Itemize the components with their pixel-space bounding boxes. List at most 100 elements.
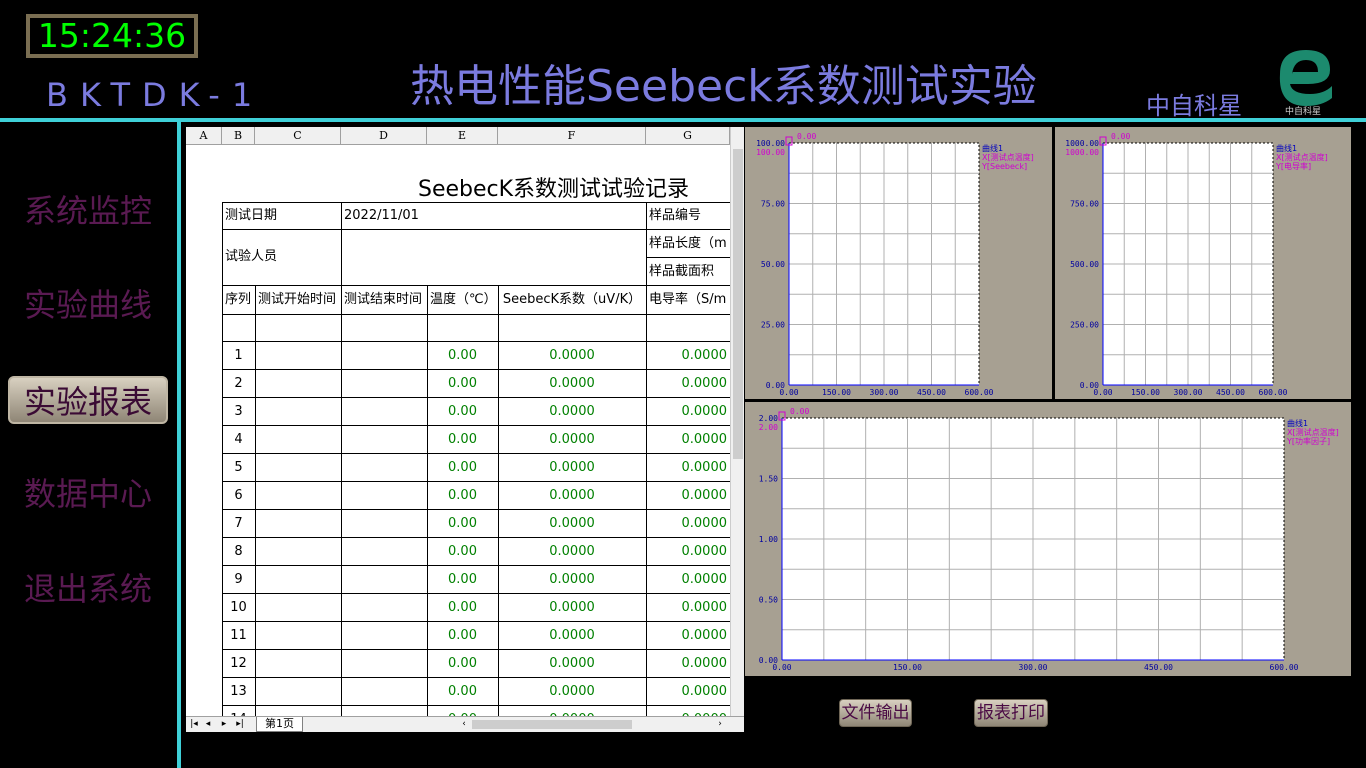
temperature-value[interactable]: 0.00: [430, 483, 495, 509]
next-sheet-icon[interactable]: ▸: [218, 718, 230, 731]
row-number[interactable]: 13: [225, 679, 252, 705]
temperature-value[interactable]: 0.00: [430, 399, 495, 425]
conductivity-value[interactable]: 0.0000: [649, 595, 728, 621]
report-spreadsheet[interactable]: ABCDEFG SeebecK系数测试试验记录 测试日期 2022/11/01 样品…: [186, 127, 744, 732]
temperature-value[interactable]: 0.00: [430, 595, 495, 621]
column-header[interactable]: D: [341, 127, 427, 145]
seebeck-value[interactable]: 0.0000: [501, 455, 643, 481]
table-header[interactable]: 序列: [225, 287, 252, 313]
seebeck-value[interactable]: 0.0000: [501, 371, 643, 397]
seebeck-value[interactable]: 0.0000: [501, 511, 643, 537]
sample-number-label[interactable]: 样品编号: [649, 203, 727, 229]
cursor-value-label: 0.00: [1111, 132, 1130, 141]
row-number[interactable]: 2: [225, 371, 252, 397]
sidebar-item-exit[interactable]: 退出系统: [8, 565, 168, 613]
grid-line: [222, 565, 730, 566]
vertical-scrollbar[interactable]: [730, 127, 744, 716]
row-number[interactable]: 7: [225, 511, 252, 537]
power-factor-chart[interactable]: 0.00 0.50 1.00 1.50 2.00 0.00 150.00 300.00 450.…: [745, 402, 1351, 676]
conductivity-value[interactable]: 0.0000: [649, 511, 728, 537]
table-header[interactable]: 测试结束时间: [344, 287, 424, 313]
date-value[interactable]: 2022/11/01: [344, 203, 643, 229]
conductivity-chart[interactable]: 0.00 250.00 500.00 750.00 1000.00 0.00 150.00 3…: [1055, 127, 1351, 399]
conductivity-value[interactable]: 0.0000: [649, 623, 728, 649]
sidebar-item-report[interactable]: 实验报表: [8, 376, 168, 424]
table-header[interactable]: 测试开始时间: [258, 287, 338, 313]
row-number[interactable]: 4: [225, 427, 252, 453]
seebeck-value[interactable]: 0.0000: [501, 427, 643, 453]
seebeck-value[interactable]: 0.0000: [501, 343, 643, 369]
column-header[interactable]: C: [255, 127, 341, 145]
conductivity-value[interactable]: 0.0000: [649, 371, 728, 397]
prev-sheet-icon[interactable]: ◂: [202, 718, 214, 731]
row-number[interactable]: 12: [225, 651, 252, 677]
conductivity-value[interactable]: 0.0000: [649, 651, 728, 677]
temperature-value[interactable]: 0.00: [430, 511, 495, 537]
sidebar-item-monitor[interactable]: 系统监控: [8, 187, 168, 235]
row-number[interactable]: 1: [225, 343, 252, 369]
temperature-value[interactable]: 0.00: [430, 455, 495, 481]
temperature-value[interactable]: 0.00: [430, 427, 495, 453]
chart-canvas: 0.00 250.00 500.00 750.00 1000.00 0.00 150.00 3…: [1065, 132, 1327, 397]
vertical-scroll-thumb[interactable]: [733, 149, 743, 459]
print-report-button[interactable]: 报表打印: [974, 699, 1048, 727]
grid-line: [222, 314, 730, 315]
temperature-value[interactable]: 0.00: [430, 539, 495, 565]
column-header[interactable]: E: [427, 127, 498, 145]
scroll-left-icon[interactable]: ‹: [458, 718, 470, 731]
temperature-value[interactable]: 0.00: [430, 623, 495, 649]
table-header[interactable]: 温度（℃）: [430, 287, 495, 313]
sheet-tab[interactable]: 第1页: [256, 717, 303, 732]
seebeck-value[interactable]: 0.0000: [501, 595, 643, 621]
seebeck-value[interactable]: 0.0000: [501, 679, 643, 705]
operator-label[interactable]: 试验人员: [225, 244, 338, 270]
conductivity-value[interactable]: 0.0000: [649, 343, 728, 369]
horizontal-scroll-thumb[interactable]: [472, 720, 632, 729]
row-number[interactable]: 10: [225, 595, 252, 621]
row-number[interactable]: 8: [225, 539, 252, 565]
conductivity-value[interactable]: 0.0000: [649, 679, 728, 705]
seebeck-value[interactable]: 0.0000: [501, 399, 643, 425]
temperature-value[interactable]: 0.00: [430, 343, 495, 369]
row-number[interactable]: 11: [225, 623, 252, 649]
column-header[interactable]: G: [646, 127, 730, 145]
seebeck-value[interactable]: 0.0000: [501, 539, 643, 565]
temperature-value[interactable]: 0.00: [430, 567, 495, 593]
conductivity-value[interactable]: 0.0000: [649, 455, 728, 481]
row-number[interactable]: 3: [225, 399, 252, 425]
temperature-value[interactable]: 0.00: [430, 679, 495, 705]
sidebar-item-curves[interactable]: 实验曲线: [8, 281, 168, 329]
sample-area-label[interactable]: 样品截面积: [649, 259, 727, 285]
conductivity-value[interactable]: 0.0000: [649, 539, 728, 565]
sample-length-label[interactable]: 样品长度（m: [649, 231, 727, 257]
seebeck-chart[interactable]: 0.00 25.00 50.00 75.00 100.00 0.00 150.00 300.0…: [745, 127, 1052, 399]
last-sheet-icon[interactable]: ▸|: [234, 718, 246, 731]
seebeck-value[interactable]: 0.0000: [501, 567, 643, 593]
table-header[interactable]: 电导率（S/m: [649, 287, 727, 313]
conductivity-value[interactable]: 0.0000: [649, 483, 728, 509]
sidebar-item-data-center[interactable]: 数据中心: [8, 470, 168, 518]
column-header[interactable]: B: [222, 127, 255, 145]
column-header[interactable]: A: [186, 127, 222, 145]
conductivity-value[interactable]: 0.0000: [649, 399, 728, 425]
temperature-value[interactable]: 0.00: [430, 371, 495, 397]
row-number[interactable]: 6: [225, 483, 252, 509]
grid-line: [255, 285, 256, 722]
seebeck-value[interactable]: 0.0000: [501, 651, 643, 677]
seebeck-value[interactable]: 0.0000: [501, 483, 643, 509]
export-file-button[interactable]: 文件输出: [839, 699, 912, 727]
table-header[interactable]: SeebecK系数（uV/K）: [501, 287, 643, 313]
conductivity-value[interactable]: 0.0000: [649, 427, 728, 453]
first-sheet-icon[interactable]: |◂: [188, 718, 200, 731]
conductivity-value[interactable]: 0.0000: [649, 567, 728, 593]
date-label[interactable]: 测试日期: [225, 203, 338, 229]
temperature-value[interactable]: 0.00: [430, 651, 495, 677]
seebeck-value[interactable]: 0.0000: [501, 623, 643, 649]
column-header[interactable]: F: [498, 127, 646, 145]
legend-entry: X[测试点温度]: [1287, 427, 1339, 437]
scroll-right-icon[interactable]: ›: [714, 718, 726, 731]
row-number[interactable]: 5: [225, 455, 252, 481]
row-number[interactable]: 9: [225, 567, 252, 593]
x-tick-label: 0.00: [1093, 388, 1112, 397]
model-label: BKTDK-1: [46, 76, 265, 114]
